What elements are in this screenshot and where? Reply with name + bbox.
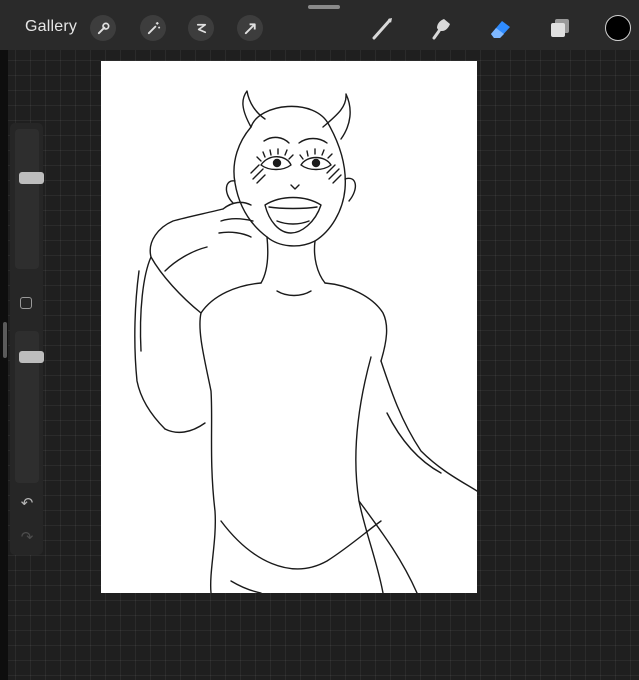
wrench-icon bbox=[97, 22, 109, 34]
selection-button[interactable] bbox=[188, 15, 214, 41]
selection-icon bbox=[196, 23, 206, 33]
actions-button[interactable] bbox=[90, 15, 116, 41]
transform-arrow-icon bbox=[244, 22, 256, 34]
magic-wand-icon bbox=[147, 21, 160, 34]
brush-tool-button[interactable] bbox=[369, 14, 397, 42]
brush-sidebar: ↶ ↷ bbox=[10, 123, 44, 555]
brush-size-thumb[interactable] bbox=[19, 172, 44, 184]
brush-icon bbox=[372, 18, 392, 40]
brush-opacity-thumb[interactable] bbox=[19, 351, 44, 363]
pull-down-handle[interactable] bbox=[308, 5, 340, 9]
transform-button[interactable] bbox=[237, 15, 263, 41]
undo-icon[interactable]: ↶ bbox=[17, 495, 37, 513]
color-picker-button[interactable] bbox=[605, 15, 631, 41]
eraser-icon bbox=[491, 21, 510, 38]
sketch-drawing bbox=[134, 90, 477, 593]
modify-button[interactable] bbox=[20, 297, 32, 309]
layers-icon bbox=[551, 19, 569, 37]
gallery-button[interactable]: Gallery bbox=[25, 18, 77, 36]
redo-icon[interactable]: ↷ bbox=[17, 529, 37, 547]
smudge-tool-button[interactable] bbox=[428, 14, 456, 42]
top-toolbar: Gallery bbox=[0, 0, 639, 50]
layers-button[interactable] bbox=[546, 14, 574, 42]
brush-size-slider[interactable] bbox=[15, 129, 44, 269]
adjustments-button[interactable] bbox=[140, 15, 166, 41]
sidebar-handle[interactable] bbox=[3, 322, 7, 358]
smudge-icon bbox=[432, 19, 450, 40]
brush-opacity-slider[interactable] bbox=[15, 331, 44, 483]
drawing-canvas[interactable] bbox=[101, 61, 477, 593]
eraser-tool-button[interactable] bbox=[487, 14, 515, 42]
